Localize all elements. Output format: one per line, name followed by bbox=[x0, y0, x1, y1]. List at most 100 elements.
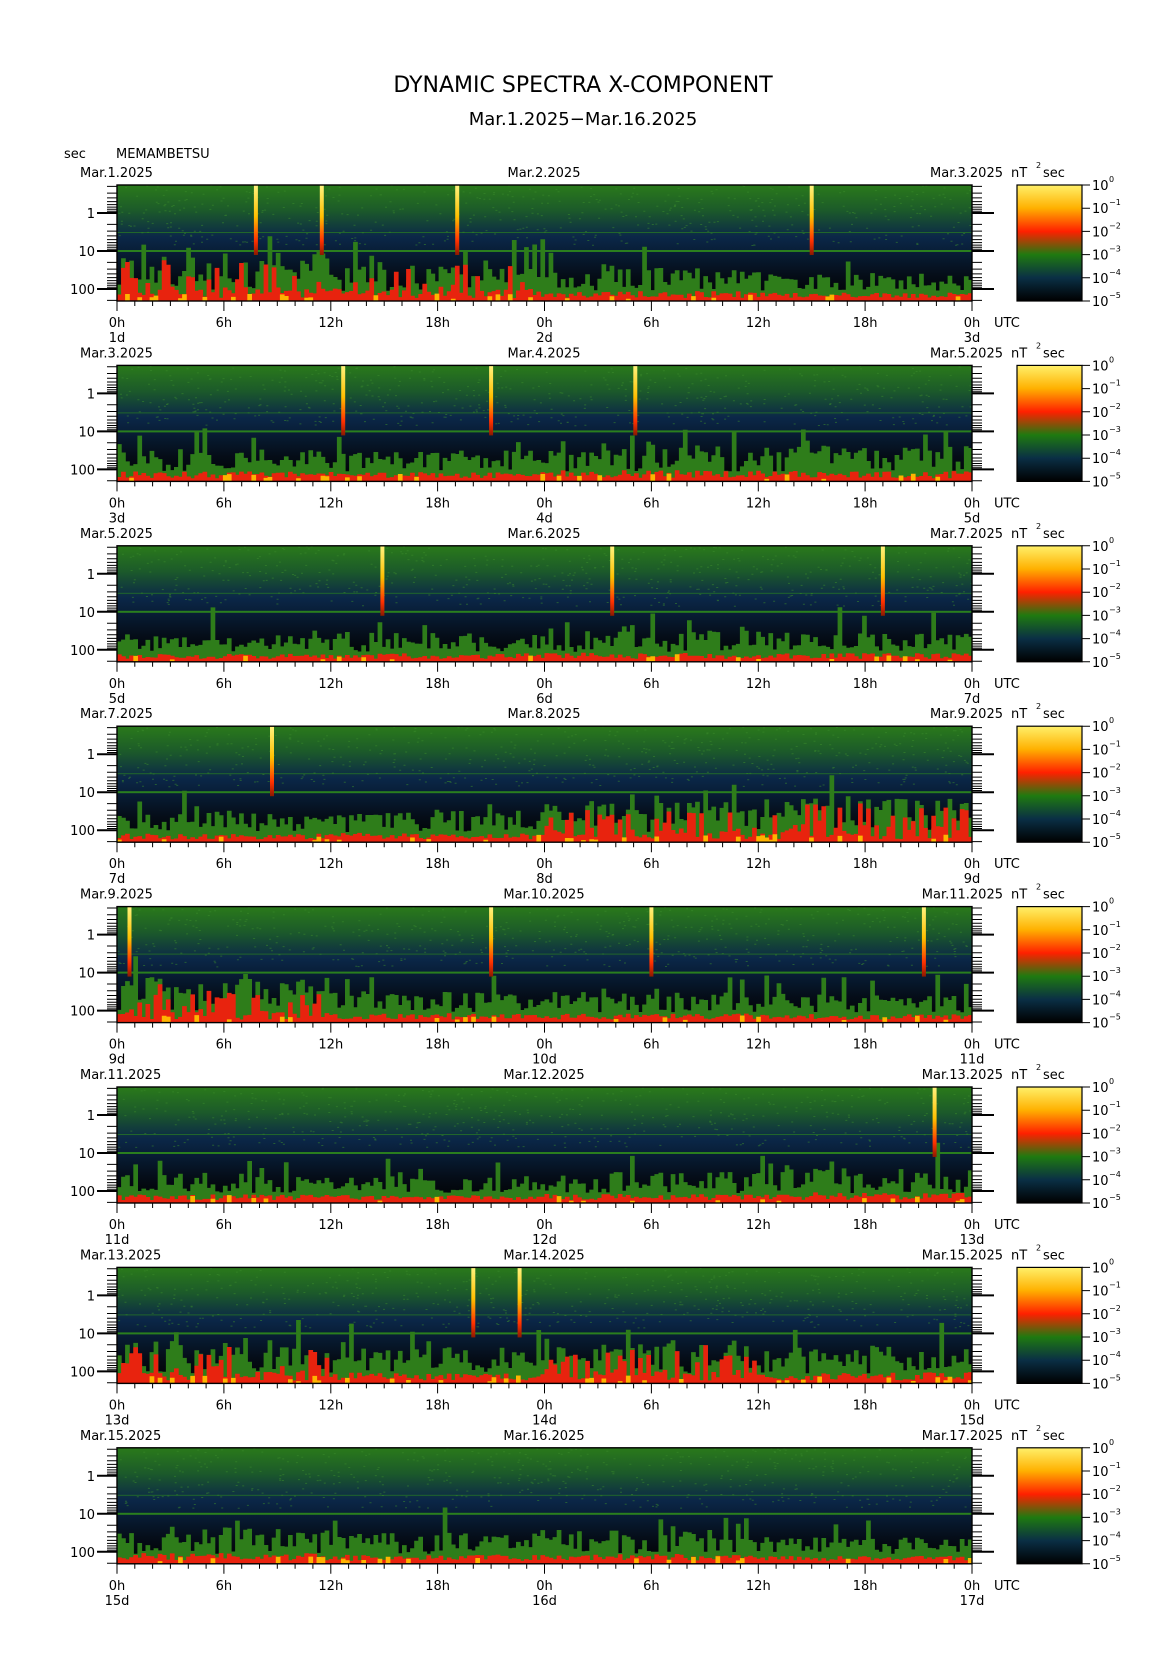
x-tick-label: 12h bbox=[318, 496, 343, 511]
x-tick-label: 0h bbox=[964, 1579, 981, 1594]
colorbar-tick-exponent: −5 bbox=[1109, 652, 1121, 661]
x-tick-label: 18h bbox=[425, 857, 450, 872]
colorbar-tick-label: 10 bbox=[1092, 767, 1109, 782]
spectra-panel: Mar.15.2025 Mar.16.2025 Mar.17.2025 nT 2sec 1… bbox=[70, 1424, 1121, 1609]
x-tick-label: 0h bbox=[109, 677, 126, 692]
x-tick-label: 0h bbox=[109, 1579, 126, 1594]
colorbar-unit-sup: 2 bbox=[1036, 1063, 1041, 1072]
x-tick-label: 12h bbox=[746, 1579, 771, 1594]
panel-date-right: Mar.7.2025 bbox=[930, 527, 1003, 542]
colorbar-tick-label: 10 bbox=[1092, 540, 1109, 555]
colorbar-tick-label: 10 bbox=[1092, 179, 1109, 194]
colorbar-tick-label: 10 bbox=[1092, 1535, 1109, 1550]
day-label-mid: 16d bbox=[532, 1594, 557, 1609]
day-label-mid: 6d bbox=[536, 692, 553, 707]
colorbar-unit-suffix: sec bbox=[1043, 527, 1065, 542]
colorbar-tick-exponent: −5 bbox=[1109, 291, 1121, 300]
colorbar-unit: nT bbox=[1011, 888, 1027, 903]
colorbar-tick-label: 10 bbox=[1092, 743, 1109, 758]
colorbar-tick-label: 10 bbox=[1092, 656, 1109, 671]
colorbar-tick-label: 10 bbox=[1092, 947, 1109, 962]
x-tick-label: 6h bbox=[643, 1579, 660, 1594]
day-label-right: 13d bbox=[960, 1233, 985, 1248]
panel-date-mid: Mar.16.2025 bbox=[503, 1429, 584, 1444]
y-tick-label: 100 bbox=[70, 463, 95, 478]
panel-date-mid: Mar.14.2025 bbox=[503, 1248, 584, 1263]
colorbar bbox=[1016, 545, 1083, 663]
x-tick-label: 12h bbox=[318, 316, 343, 331]
colorbar-tick-label: 10 bbox=[1092, 1308, 1109, 1323]
panel-date-mid: Mar.8.2025 bbox=[508, 707, 581, 722]
colorbar-tick-exponent: 0 bbox=[1109, 1438, 1114, 1447]
y-tick-label: 10 bbox=[78, 606, 95, 621]
chart-title: DYNAMIC SPECTRA X-COMPONENT bbox=[393, 73, 773, 98]
colorbar-tick-label: 10 bbox=[1092, 609, 1109, 624]
day-label-mid: 2d bbox=[536, 331, 553, 346]
spectral-spike bbox=[471, 1267, 476, 1338]
panel-date-left: Mar.1.2025 bbox=[80, 166, 153, 181]
spectra-panel: Mar.7.2025 Mar.8.2025 Mar.9.2025 nT 2sec 1 10 1… bbox=[70, 702, 1121, 887]
day-label-left: 7d bbox=[109, 872, 126, 887]
colorbar-tick-label: 10 bbox=[1092, 790, 1109, 805]
y-tick-label: 100 bbox=[70, 283, 95, 298]
x-tick-label: 18h bbox=[853, 316, 878, 331]
spectra-panel: Mar.3.2025 Mar.4.2025 Mar.5.2025 nT 2sec 1 10 1… bbox=[70, 341, 1121, 526]
day-label-right: 15d bbox=[960, 1413, 985, 1428]
x-tick-label: 6h bbox=[216, 1218, 233, 1233]
x-tick-label: 18h bbox=[853, 1038, 878, 1053]
x-tick-label: 0h bbox=[536, 1038, 553, 1053]
spectral-spike bbox=[253, 185, 258, 255]
spectral-spike bbox=[517, 1267, 522, 1338]
colorbar-tick-exponent: −4 bbox=[1109, 629, 1121, 638]
x-tick-label: 0h bbox=[964, 1398, 981, 1413]
colorbar bbox=[1016, 1266, 1083, 1385]
spectral-spike bbox=[380, 545, 385, 616]
colorbar-unit: nT bbox=[1011, 1429, 1027, 1444]
colorbar-tick-label: 10 bbox=[1092, 1442, 1109, 1457]
spectral-spike bbox=[319, 185, 324, 255]
colorbar-tick-exponent: −4 bbox=[1109, 1531, 1121, 1540]
x-tick-label: 18h bbox=[425, 1218, 450, 1233]
colorbar-tick-exponent: −2 bbox=[1109, 582, 1121, 591]
spectral-spike bbox=[649, 906, 654, 977]
colorbar-tick-exponent: −3 bbox=[1109, 605, 1121, 614]
colorbar-tick-label: 10 bbox=[1092, 813, 1109, 828]
colorbar-tick-label: 10 bbox=[1092, 1197, 1109, 1212]
panel-date-left: Mar.15.2025 bbox=[80, 1429, 161, 1444]
spectral-spike bbox=[455, 185, 460, 255]
panel-date-right: Mar.9.2025 bbox=[930, 707, 1003, 722]
x-tick-label: 6h bbox=[643, 1398, 660, 1413]
colorbar-unit: nT bbox=[1011, 346, 1027, 361]
y-tick-label: 100 bbox=[70, 824, 95, 839]
spectral-spike bbox=[921, 906, 926, 977]
panel-date-mid: Mar.2.2025 bbox=[508, 166, 581, 181]
colorbar-tick-exponent: −2 bbox=[1109, 1304, 1121, 1313]
spectra-panel: Mar.1.2025 Mar.2.2025 Mar.3.2025 nT 2sec 1 10 1… bbox=[70, 161, 1121, 346]
panel-date-left: Mar.7.2025 bbox=[80, 707, 153, 722]
colorbar-tick-label: 10 bbox=[1092, 452, 1109, 467]
colorbar-tick-label: 10 bbox=[1092, 586, 1109, 601]
x-tick-label: 0h bbox=[109, 1218, 126, 1233]
day-label-mid: 8d bbox=[536, 872, 553, 887]
spectral-spike bbox=[341, 365, 346, 436]
colorbar-tick-label: 10 bbox=[1092, 563, 1109, 578]
chart-subtitle: Mar.1.2025−Mar.16.2025 bbox=[469, 109, 698, 130]
x-unit-label: UTC bbox=[994, 1579, 1020, 1594]
x-unit-label: UTC bbox=[994, 1398, 1020, 1413]
colorbar-tick-exponent: −1 bbox=[1109, 1100, 1121, 1109]
panel-date-mid: Mar.4.2025 bbox=[508, 346, 581, 361]
x-tick-label: 0h bbox=[109, 1398, 126, 1413]
colorbar-tick-label: 10 bbox=[1092, 202, 1109, 217]
colorbar-tick-label: 10 bbox=[1092, 1151, 1109, 1166]
colorbar bbox=[1016, 905, 1083, 1024]
colorbar-unit-sup: 2 bbox=[1036, 341, 1041, 350]
colorbar-tick-exponent: −5 bbox=[1109, 1554, 1121, 1563]
day-label-mid: 4d bbox=[536, 511, 553, 526]
x-tick-label: 0h bbox=[964, 857, 981, 872]
y-tick-label: 100 bbox=[70, 1185, 95, 1200]
x-tick-label: 0h bbox=[536, 677, 553, 692]
x-tick-label: 18h bbox=[425, 496, 450, 511]
colorbar-tick-exponent: −3 bbox=[1109, 786, 1121, 795]
colorbar-tick-label: 10 bbox=[1092, 359, 1109, 374]
colorbar-unit-sup: 2 bbox=[1036, 522, 1041, 531]
